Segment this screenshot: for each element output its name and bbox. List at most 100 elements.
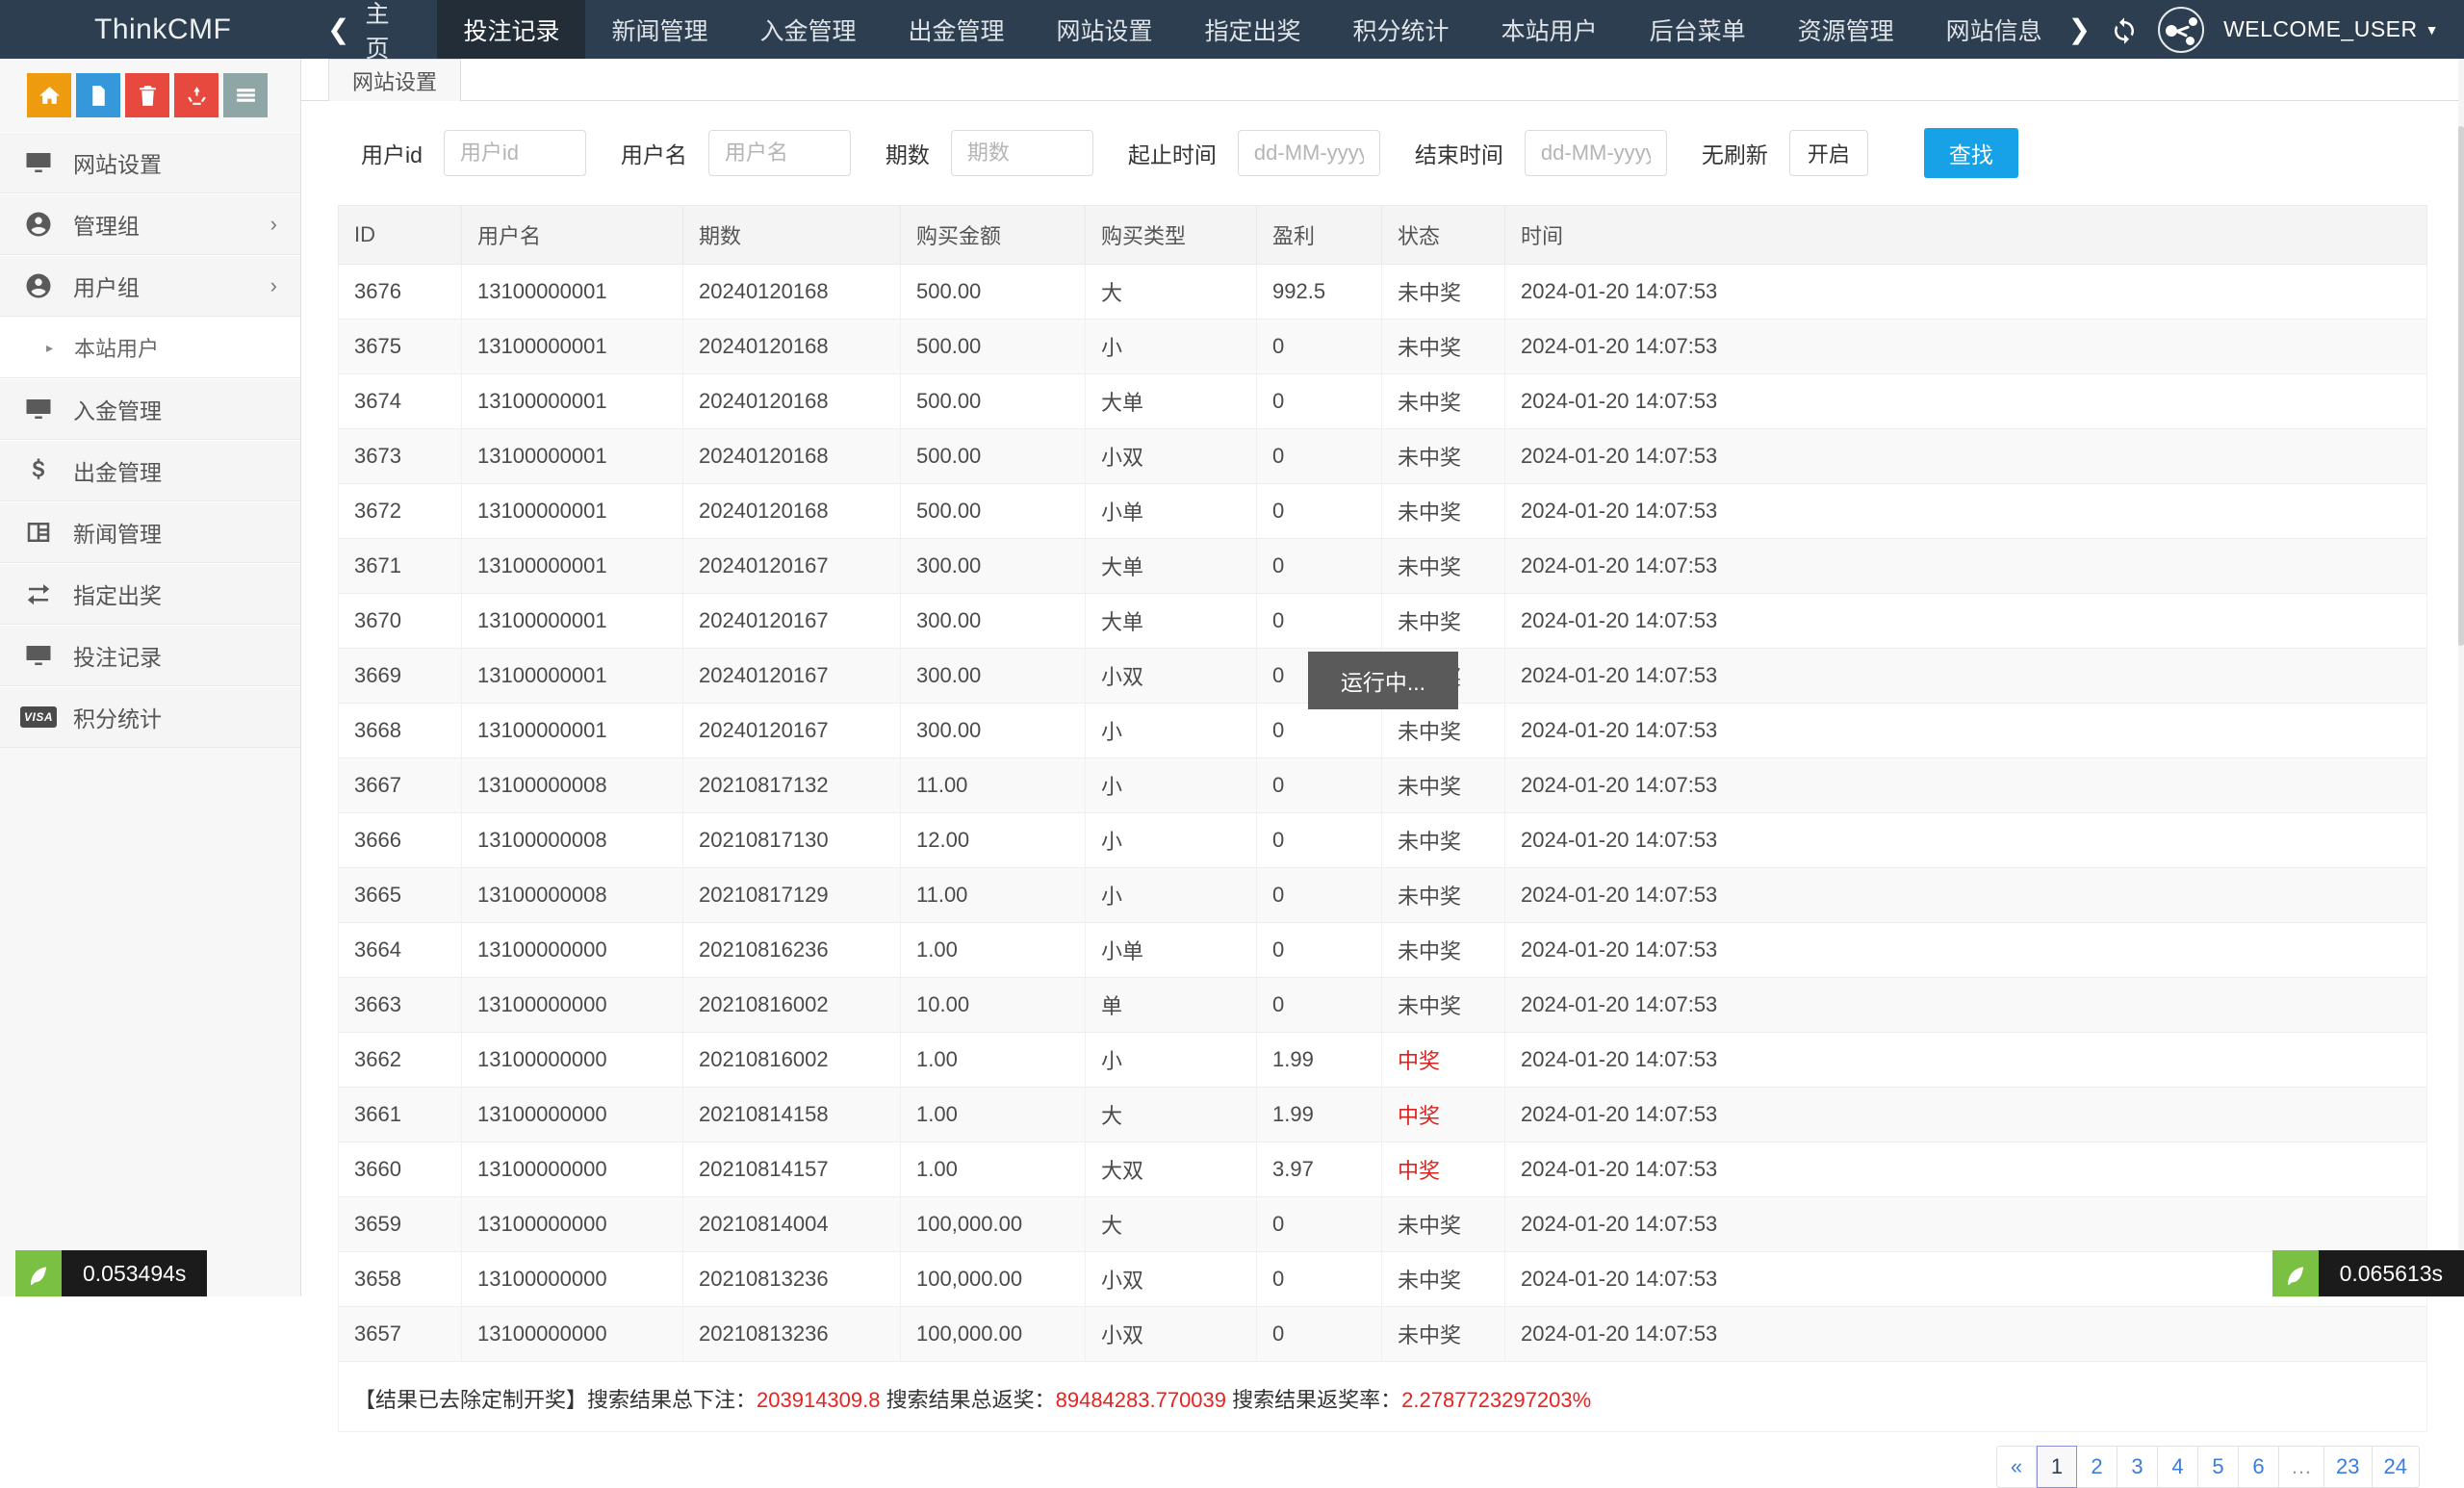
sidebar-item-6[interactable]: 新闻管理	[0, 501, 300, 563]
table-cell-6: 未中奖	[1382, 265, 1505, 320]
table-row[interactable]: 36751310000000120240120168500.00小0未中奖202…	[339, 320, 2427, 374]
scrollbar-thumb[interactable]	[2458, 126, 2464, 646]
table-row[interactable]: 3666131000000082021081713012.00小0未中奖2024…	[339, 813, 2427, 868]
sidebar-item-0[interactable]: 网站设置	[0, 132, 300, 193]
nav-tab-9[interactable]: 资源管理	[1772, 0, 1920, 59]
table-row[interactable]: 36581310000000020210813236100,000.00小双0未…	[339, 1252, 2427, 1307]
debug-timer-right[interactable]: 0.065613s	[2272, 1250, 2464, 1296]
pagination-page-24[interactable]: 24	[2373, 1446, 2420, 1488]
sidebar-item-1[interactable]: 管理组›	[0, 193, 300, 255]
table-cell-6: 未中奖	[1382, 374, 1505, 429]
refresh-icon[interactable]	[2110, 13, 2139, 45]
sidebar-item-3[interactable]: ▸本站用户	[0, 317, 300, 378]
nav-tab-2[interactable]: 入金管理	[733, 0, 882, 59]
sidebar-item-4[interactable]: 入金管理	[0, 378, 300, 440]
table-row[interactable]: 36591310000000020210814004100,000.00大0未中…	[339, 1197, 2427, 1252]
chevron-left-icon: ❮	[327, 13, 349, 45]
table-row[interactable]: 36721310000000120240120168500.00小单0未中奖20…	[339, 484, 2427, 539]
start-date-input[interactable]	[1238, 130, 1380, 176]
sidebar-item-5[interactable]: 出金管理	[0, 440, 300, 501]
pagination-page-6[interactable]: 6	[2239, 1446, 2279, 1488]
table-col-header-5: 盈利	[1257, 206, 1382, 265]
table-cell-7: 2024-01-20 14:07:53	[1505, 1197, 2427, 1252]
document-icon[interactable]	[76, 73, 120, 117]
user-menu[interactable]: WELCOME_USER ▼	[2223, 16, 2439, 42]
refresh-select[interactable]: 开启	[1789, 130, 1868, 176]
sidebar-item-label: 网站设置	[73, 146, 162, 179]
table-cell-1: 13100000008	[462, 758, 683, 813]
table-row[interactable]: 36571310000000020210813236100,000.00小双0未…	[339, 1307, 2427, 1362]
table-row[interactable]: 3667131000000082021081713211.00小0未中奖2024…	[339, 758, 2427, 813]
table-cell-4: 小双	[1086, 1252, 1257, 1307]
nav-home-link[interactable]: ❮ 主页	[298, 0, 437, 59]
sidebar-item-7[interactable]: 指定出奖	[0, 563, 300, 625]
userid-input[interactable]	[444, 130, 586, 176]
table-cell-7: 2024-01-20 14:07:53	[1505, 429, 2427, 484]
nav-tab-8[interactable]: 后台菜单	[1624, 0, 1772, 59]
nav-tab-0[interactable]: 投注记录	[437, 0, 585, 59]
table-row[interactable]: 366013100000000202108141571.00大双3.97中奖20…	[339, 1142, 2427, 1197]
trash-icon[interactable]	[125, 73, 169, 117]
end-date-input[interactable]	[1525, 130, 1667, 176]
table-row[interactable]: 36701310000000120240120167300.00大单0未中奖20…	[339, 594, 2427, 649]
filter-start-label: 起止时间	[1128, 137, 1217, 169]
period-input[interactable]	[951, 130, 1093, 176]
table-cell-2: 20240120167	[683, 539, 901, 594]
pagination-page-23[interactable]: 23	[2324, 1446, 2372, 1488]
table-cell-5: 0	[1257, 1307, 1382, 1362]
pagination-prev[interactable]: «	[1996, 1446, 2037, 1488]
pagination-page-4[interactable]: 4	[2158, 1446, 2198, 1488]
filter-username-label: 用户名	[621, 137, 687, 169]
nav-tab-6[interactable]: 积分统计	[1327, 0, 1476, 59]
table-cell-5: 0	[1257, 1252, 1382, 1307]
chevron-right-icon: ›	[270, 273, 277, 298]
table-row[interactable]: 36761310000000120240120168500.00大992.5未中…	[339, 265, 2427, 320]
table-cell-2: 20210817132	[683, 758, 901, 813]
avatar[interactable]	[2158, 7, 2204, 53]
table-row[interactable]: 3665131000000082021081712911.00小0未中奖2024…	[339, 868, 2427, 923]
pagination-page-1[interactable]: 1	[2037, 1446, 2077, 1488]
table-cell-7: 2024-01-20 14:07:53	[1505, 484, 2427, 539]
username-input[interactable]	[708, 130, 851, 176]
nav-tab-10[interactable]: 网站信息	[1920, 0, 2068, 59]
nav-tab-1[interactable]: 新闻管理	[585, 0, 733, 59]
table-cell-3: 100,000.00	[901, 1197, 1086, 1252]
pagination-page-3[interactable]: 3	[2118, 1446, 2158, 1488]
pagination-page-2[interactable]: 2	[2077, 1446, 2118, 1488]
dollar-icon	[21, 456, 56, 485]
sidebar-item-9[interactable]: VISA积分统计	[0, 686, 300, 748]
page-scrollbar[interactable]	[2458, 59, 2464, 1296]
recycle-icon[interactable]	[174, 73, 218, 117]
pagination-page-5[interactable]: 5	[2198, 1446, 2239, 1488]
search-button[interactable]: 查找	[1924, 128, 2018, 178]
table-row[interactable]: 36731310000000120240120168500.00小双0未中奖20…	[339, 429, 2427, 484]
table-row[interactable]: 36741310000000120240120168500.00大单0未中奖20…	[339, 374, 2427, 429]
nav-tab-5[interactable]: 指定出奖	[1179, 0, 1327, 59]
table-cell-7: 2024-01-20 14:07:53	[1505, 594, 2427, 649]
nav-tab-3[interactable]: 出金管理	[883, 0, 1031, 59]
table-cell-3: 10.00	[901, 978, 1086, 1033]
records-table: ID用户名期数购买金额购买类型盈利状态时间 367613100000001202…	[338, 205, 2427, 1362]
table-row[interactable]: 36681310000000120240120167300.00小0未中奖202…	[339, 704, 2427, 758]
table-row[interactable]: 3663131000000002021081600210.00单0未中奖2024…	[339, 978, 2427, 1033]
sidebar: 网站设置管理组›用户组›▸本站用户入金管理出金管理新闻管理指定出奖投注记录VIS…	[0, 59, 301, 1296]
filter-userid-group: 用户id	[361, 130, 586, 176]
table-row[interactable]: 366413100000000202108162361.00小单0未中奖2024…	[339, 923, 2427, 978]
tab-site-settings[interactable]: 网站设置	[328, 59, 461, 101]
list-icon[interactable]	[223, 73, 268, 117]
debug-timer-left[interactable]: 0.053494s	[15, 1250, 207, 1296]
home-icon[interactable]	[27, 73, 71, 117]
chevron-right-icon[interactable]: ❯	[2068, 13, 2091, 45]
table-cell-1: 13100000001	[462, 539, 683, 594]
table-row[interactable]: 366113100000000202108141581.00大1.99中奖202…	[339, 1088, 2427, 1142]
table-row[interactable]: 36711310000000120240120167300.00大单0未中奖20…	[339, 539, 2427, 594]
nav-tab-7[interactable]: 本站用户	[1476, 0, 1624, 59]
sidebar-item-2[interactable]: 用户组›	[0, 255, 300, 317]
nav-tab-4[interactable]: 网站设置	[1031, 0, 1179, 59]
table-cell-1: 13100000001	[462, 704, 683, 758]
table-cell-3: 500.00	[901, 320, 1086, 374]
table-cell-7: 2024-01-20 14:07:53	[1505, 265, 2427, 320]
sidebar-item-8[interactable]: 投注记录	[0, 625, 300, 686]
table-row[interactable]: 366213100000000202108160021.00小1.99中奖202…	[339, 1033, 2427, 1088]
table-cell-7: 2024-01-20 14:07:53	[1505, 923, 2427, 978]
